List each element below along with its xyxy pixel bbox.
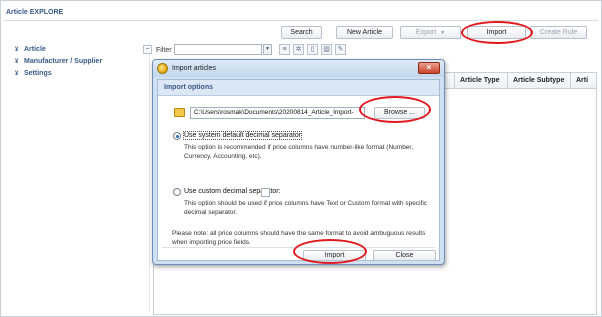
export-button-label: Export bbox=[415, 29, 437, 36]
sidebar-divider bbox=[149, 43, 150, 313]
chevron-down-icon: ¥ bbox=[15, 71, 19, 77]
dialog-title: Import articles bbox=[172, 65, 216, 72]
browse-button[interactable]: Browse ... bbox=[374, 107, 425, 119]
search-button[interactable]: Search bbox=[281, 26, 322, 39]
folder-icon bbox=[174, 108, 185, 117]
delete-icon[interactable]: ▯ bbox=[307, 44, 318, 55]
new-article-button[interactable]: New Article bbox=[336, 26, 393, 39]
dialog-titlebar[interactable]: Import articles × bbox=[153, 60, 444, 77]
columns-icon[interactable]: ▥ bbox=[321, 44, 332, 55]
dialog-body: Import options C:\Users\rosmak\Documents… bbox=[157, 79, 440, 261]
sidebar-item-settings[interactable]: ¥ Settings bbox=[15, 70, 52, 77]
chevron-down-icon: ¥ bbox=[15, 59, 19, 65]
sidebar-item-label: Manufacturer / Supplier bbox=[24, 58, 103, 65]
app-logo-icon bbox=[157, 63, 168, 74]
custom-separator-radio[interactable] bbox=[173, 188, 181, 196]
import-button[interactable]: Import bbox=[467, 26, 526, 39]
edit-icon[interactable]: ✎ bbox=[335, 44, 346, 55]
system-separator-label[interactable]: Use system default decimal separator bbox=[182, 131, 303, 140]
column-header-article-subtype[interactable]: Article Subtype bbox=[507, 73, 570, 88]
system-separator-description: This option is recommended if price colu… bbox=[184, 144, 414, 160]
close-icon[interactable]: × bbox=[418, 62, 440, 74]
dialog-footer-divider bbox=[162, 247, 435, 248]
custom-separator-description: This option should be used if price colu… bbox=[184, 200, 428, 216]
page-title: Article EXPLORE bbox=[6, 9, 64, 16]
dialog-close-button[interactable]: Close bbox=[373, 250, 436, 261]
sidebar-item-article[interactable]: ¥ Article bbox=[15, 46, 46, 53]
file-path-input[interactable]: C:\Users\rosmak\Documents\20200814_Artic… bbox=[190, 107, 365, 119]
dialog-import-button[interactable]: Import bbox=[303, 250, 366, 261]
custom-separator-input[interactable] bbox=[261, 188, 270, 197]
chevron-down-icon: ▼ bbox=[440, 30, 446, 36]
settings-icon[interactable]: ✲ bbox=[293, 44, 304, 55]
sidebar-item-label: Settings bbox=[24, 70, 52, 77]
filter-icon[interactable]: ≡ bbox=[279, 44, 290, 55]
export-button[interactable]: Export ▼ bbox=[400, 26, 461, 39]
sidebar-item-label: Article bbox=[24, 46, 46, 53]
create-rule-button[interactable]: Create Rule bbox=[530, 26, 587, 39]
import-options-header: Import options bbox=[158, 80, 439, 96]
title-divider bbox=[4, 20, 598, 21]
import-articles-dialog: Import articles × Import options C:\User… bbox=[152, 59, 445, 265]
column-header-arti[interactable]: Arti bbox=[570, 73, 597, 88]
filter-label: Filter bbox=[156, 47, 172, 54]
price-format-note: Please note: all price columns should ha… bbox=[172, 230, 426, 246]
filter-input[interactable] bbox=[174, 44, 262, 55]
system-separator-radio[interactable] bbox=[173, 132, 181, 140]
collapse-sidebar-button[interactable]: − bbox=[143, 45, 152, 54]
filter-dropdown-button[interactable]: ▼ bbox=[263, 44, 272, 55]
column-header-article-type[interactable]: Article Type bbox=[454, 73, 506, 88]
chevron-down-icon: ¥ bbox=[15, 47, 19, 53]
sidebar-item-manufacturer-supplier[interactable]: ¥ Manufacturer / Supplier bbox=[15, 58, 102, 65]
